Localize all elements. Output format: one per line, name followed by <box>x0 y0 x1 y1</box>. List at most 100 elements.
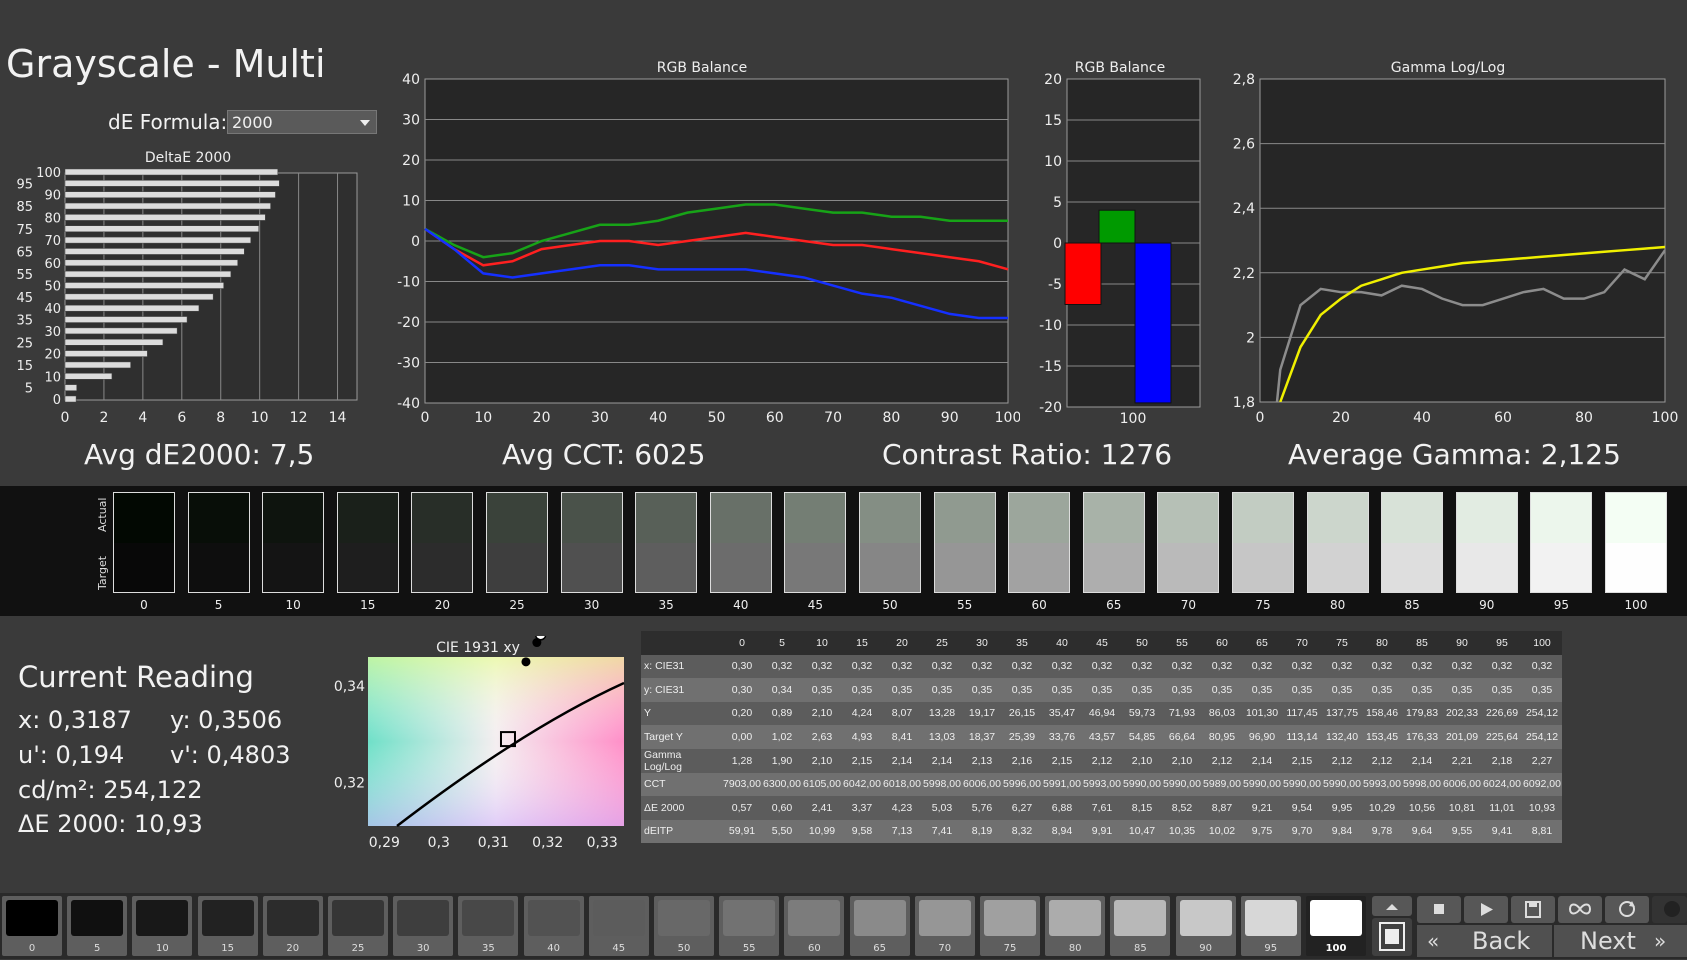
extra-button[interactable] <box>1652 896 1687 923</box>
swatch-target <box>337 542 398 592</box>
patch-swatch <box>462 900 515 936</box>
swatch-target <box>487 542 547 592</box>
patch-button[interactable]: 20 <box>262 896 323 956</box>
save-button[interactable] <box>1511 896 1555 923</box>
rgb-bar-y-tick: 15 <box>1044 113 1062 129</box>
deltae-bar <box>64 180 280 187</box>
table-cell: 0,32 <box>882 654 922 678</box>
patch-button[interactable]: 0 <box>2 896 62 956</box>
patch-swatch <box>136 900 189 936</box>
table-cell: 10,29 <box>1362 796 1402 820</box>
patch-label: 60 <box>808 943 821 954</box>
patch-button[interactable]: 85 <box>1110 896 1171 956</box>
patch-button[interactable]: 15 <box>197 896 258 956</box>
patch-button[interactable]: 40 <box>523 896 584 956</box>
patch-button[interactable]: 10 <box>132 896 193 956</box>
table-cell: 6018,00 <box>882 772 922 796</box>
deltae-y-tick: 75 <box>16 223 33 238</box>
table-cell: 6300,00 <box>762 772 802 796</box>
table-cell: 2,10 <box>802 748 842 773</box>
patch-button[interactable]: 95 <box>1240 896 1301 956</box>
table-cell: 2,10 <box>1122 748 1162 773</box>
rgb-bar-b <box>1134 242 1172 404</box>
table-cell: 25,39 <box>1002 725 1042 749</box>
table-cell: 8,32 <box>1002 819 1042 843</box>
table-cell: 9,91 <box>1082 819 1122 843</box>
table-cell: 0,00 <box>722 725 762 749</box>
table-row-label: dEITP <box>641 819 722 843</box>
gamma-x-tick: 100 <box>1652 410 1679 426</box>
patch-label: 100 <box>1325 943 1347 954</box>
table-column-header: 55 <box>1162 631 1202 655</box>
patch-button[interactable]: 75 <box>980 896 1040 956</box>
patch-button[interactable]: 80 <box>1045 896 1106 956</box>
grayscale-swatch <box>784 492 847 593</box>
reading-luminance: cd/m²: 254,122 <box>18 776 203 804</box>
table-cell: 2,41 <box>802 796 842 820</box>
patch-button[interactable]: 70 <box>914 896 975 956</box>
back-button[interactable]: « Back <box>1417 925 1552 957</box>
patch-button[interactable]: 25 <box>328 896 388 956</box>
patch-button[interactable]: 100 <box>1306 896 1366 956</box>
refresh-button[interactable] <box>1605 896 1649 923</box>
de-formula-select[interactable]: 2000 <box>227 110 377 134</box>
patch-button[interactable]: 30 <box>393 896 454 956</box>
deltae-y-tick: 90 <box>44 189 61 204</box>
table-cell: 254,12 <box>1522 701 1562 725</box>
patch-button[interactable]: 90 <box>1175 896 1236 956</box>
deltae-y-tick: 80 <box>44 211 61 226</box>
table-cell: 0,32 <box>802 654 842 678</box>
table-column-header: 95 <box>1482 631 1522 655</box>
table-row: y: CIE31 0,30 0,34 0,35 0,35 0,35 0,35 0,35 0,35… <box>641 678 1562 702</box>
target-row-label: Target <box>96 555 109 590</box>
patch-button[interactable]: 35 <box>458 896 519 956</box>
patch-button[interactable]: 50 <box>654 896 714 956</box>
rgb-line-x-tick: 0 <box>421 410 430 426</box>
gamma-y-tick: 2,8 <box>1233 72 1255 88</box>
table-cell: 6042,00 <box>842 772 882 796</box>
patch-button[interactable]: 5 <box>67 896 128 956</box>
table-cell: 1,28 <box>722 748 762 773</box>
rgb-balance-line-chart: RGB Balance 403020100-10-20-30-400 10 20 30… <box>397 60 1020 426</box>
patch-swatch <box>1114 900 1167 936</box>
table-column-header: 50 <box>1122 631 1162 655</box>
chevron-down-icon <box>360 120 370 126</box>
stop-measure-button[interactable] <box>1417 896 1461 923</box>
table-column-header: 30 <box>962 631 1002 655</box>
swatch-actual <box>934 493 995 543</box>
deltae-x-tick: 6 <box>177 410 186 426</box>
table-cell: 132,40 <box>1322 725 1362 749</box>
table-cell: 5993,00 <box>1082 772 1122 796</box>
patch-button[interactable]: 60 <box>784 896 845 956</box>
table-cell: 0,32 <box>1202 654 1242 678</box>
swatch-label: 20 <box>434 598 451 612</box>
table-column-header: 20 <box>882 631 922 655</box>
table-cell: 4,24 <box>842 701 882 725</box>
table-cell: 202,33 <box>1442 701 1482 725</box>
rgb-line-y-tick: 0 <box>411 234 420 250</box>
stop-button[interactable] <box>1372 918 1412 956</box>
swatch-label: 60 <box>1031 598 1047 612</box>
table-cell: 6006,00 <box>962 772 1002 796</box>
patch-label: 5 <box>94 943 101 954</box>
table-cell: 6105,00 <box>802 772 842 796</box>
loop-button[interactable] <box>1558 896 1602 923</box>
table-cell: 0,60 <box>762 796 802 820</box>
play-button[interactable] <box>1464 896 1508 923</box>
table-cell: 0,32 <box>1362 654 1402 678</box>
next-button[interactable]: Next » <box>1554 925 1687 957</box>
swatch-target <box>114 542 174 592</box>
table-cell: 8,19 <box>962 819 1002 843</box>
up-button[interactable] <box>1372 896 1412 916</box>
table-cell: 71,93 <box>1162 701 1202 725</box>
deltae-bar <box>64 236 251 244</box>
table-column-header: 0 <box>722 631 762 655</box>
swatch-actual <box>1083 493 1144 543</box>
swatch-label: 15 <box>360 598 376 612</box>
table-cell: 5990,00 <box>1242 772 1282 796</box>
patch-button[interactable]: 45 <box>588 896 649 956</box>
table-row: Gamma Log/Log 1,28 1,90 2,10 2,15 2,14 2,14 2,1… <box>641 748 1562 773</box>
swatch-target <box>636 542 697 592</box>
patch-button[interactable]: 65 <box>849 896 910 956</box>
patch-button[interactable]: 55 <box>719 896 780 956</box>
